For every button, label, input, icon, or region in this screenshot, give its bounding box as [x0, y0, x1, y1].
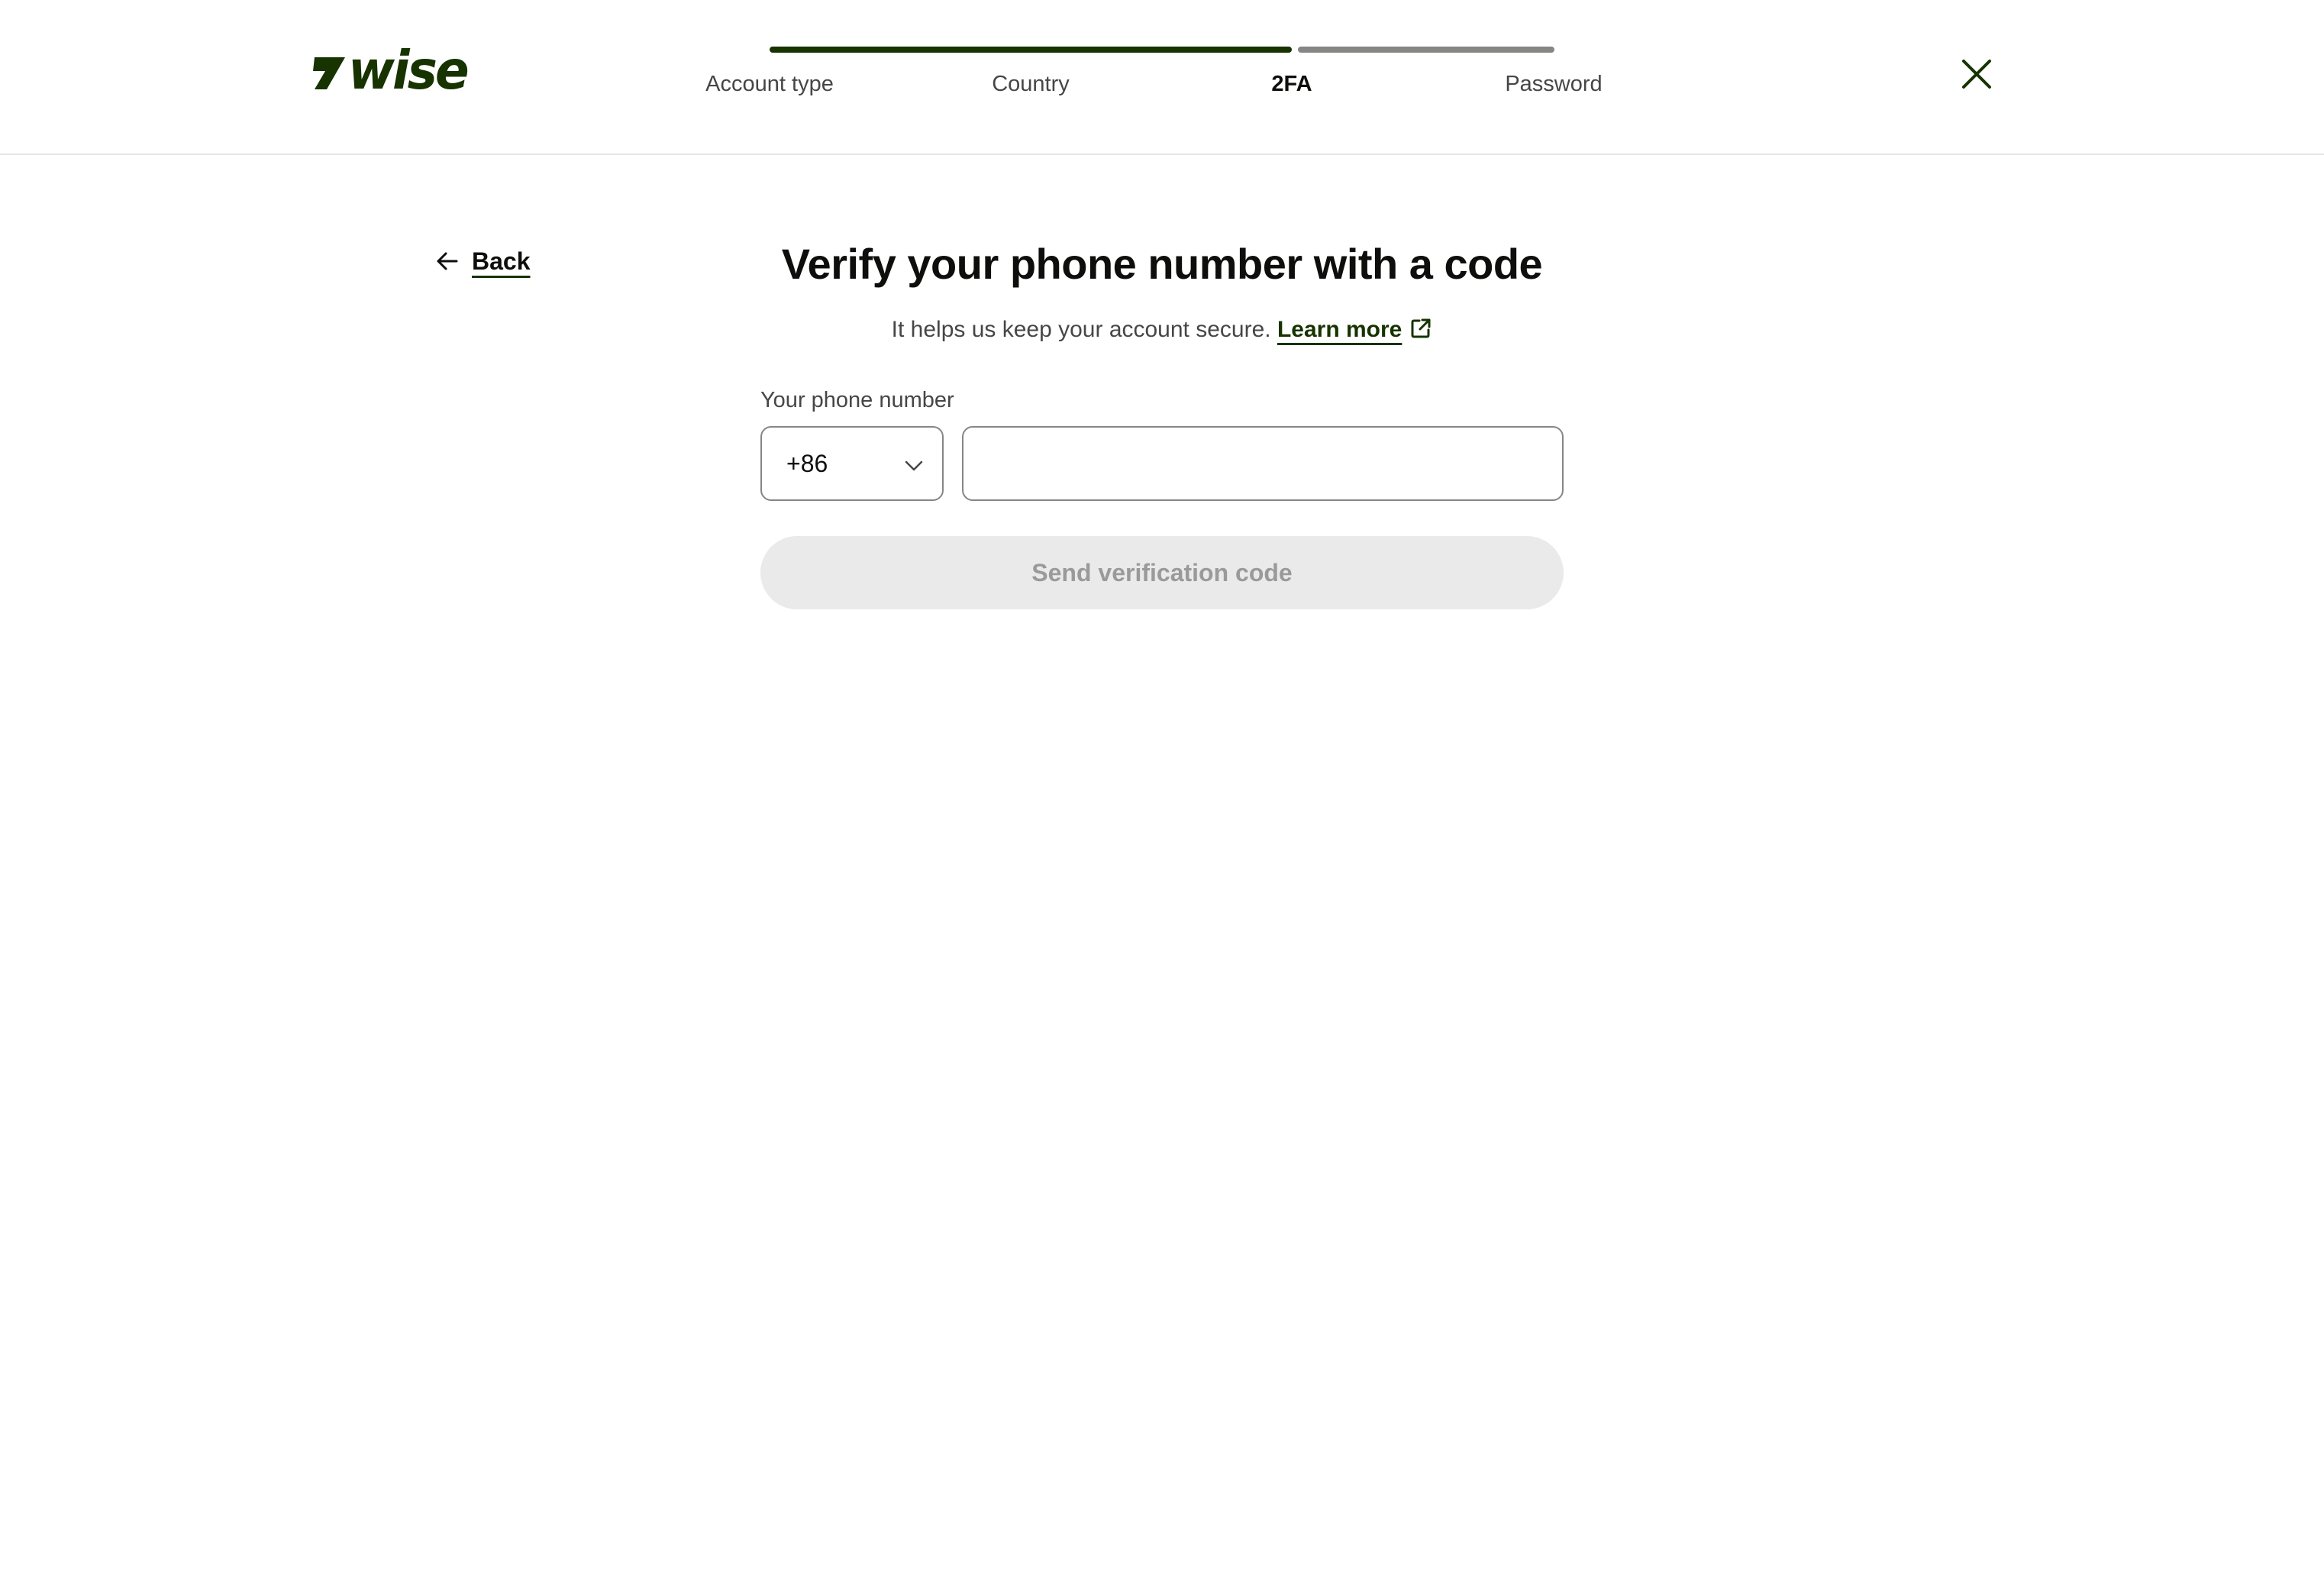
top-header: wise Account type Country 2FA Password [0, 0, 2324, 155]
external-link-icon[interactable] [1409, 317, 1432, 340]
learn-more-label: Learn more [1277, 317, 1402, 342]
country-code-select[interactable]: +86 [760, 426, 944, 501]
page-title: Verify your phone number with a code [781, 240, 1543, 288]
step-progress-bar-done [770, 47, 1292, 53]
phone-number-input[interactable] [962, 426, 1564, 501]
subtitle-text: It helps us keep your account secure. [891, 317, 1271, 342]
close-button[interactable] [1959, 57, 1994, 92]
learn-more-link[interactable]: Learn more [1277, 317, 1402, 342]
step-account-type: Account type [705, 72, 834, 96]
step-progress-bar-remaining [1298, 47, 1554, 53]
step-country: Country [992, 72, 1070, 96]
step-password: Password [1505, 72, 1603, 96]
close-icon [1962, 60, 1991, 89]
phone-number-label: Your phone number [760, 388, 954, 412]
page-subtitle: It helps us keep your account secure. Le… [0, 312, 2324, 348]
send-verification-code-button[interactable]: Send verification code [760, 536, 1564, 609]
step-2fa: 2FA [1271, 72, 1312, 96]
country-code-value: +86 [786, 449, 828, 477]
chevron-down-icon [905, 460, 923, 471]
